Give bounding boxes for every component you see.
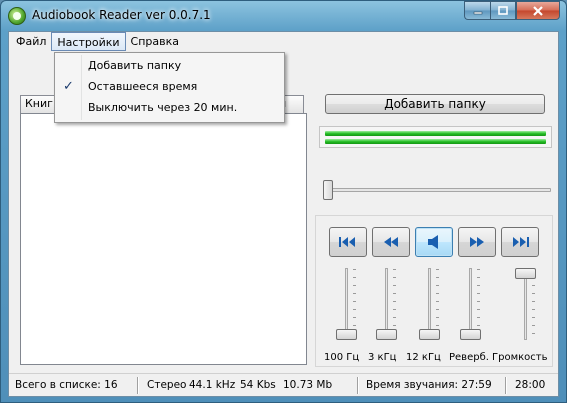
- eq-slider-12khz[interactable]: [414, 266, 444, 346]
- menu-item-label: Добавить папку: [88, 59, 182, 72]
- skip-to-end-icon: [513, 237, 529, 247]
- minimize-icon: [473, 11, 482, 14]
- eq-slider-reverb[interactable]: [455, 266, 485, 346]
- volume-slider-knob[interactable]: [515, 268, 536, 279]
- eq-slider-knob[interactable]: [376, 329, 397, 340]
- eq-label-100hz: 100 Гц: [324, 352, 360, 363]
- check-icon: ✓: [63, 79, 74, 94]
- status-rate: 44.1 kHz: [189, 379, 236, 391]
- status-separator: [357, 377, 359, 394]
- status-separator: [505, 377, 507, 394]
- status-size: 10.73 Mb: [283, 379, 333, 391]
- menu-bar: Файл Настройки Справка: [9, 32, 558, 51]
- window-title: Audiobook Reader ver 0.0.7.1: [32, 8, 211, 22]
- settings-dropdown-menu: Добавить папку ✓ Оставшееся время Выключ…: [54, 52, 285, 123]
- eq-label-reverb: Реверб.: [449, 352, 489, 363]
- menu-item-remaining-time[interactable]: ✓ Оставшееся время: [57, 77, 282, 97]
- volume-slider[interactable]: [510, 266, 540, 346]
- caption-buttons: [464, 1, 560, 20]
- menu-item-add-folder[interactable]: Добавить папку: [57, 56, 282, 76]
- volume-button[interactable]: [415, 227, 453, 257]
- rewind-icon: [384, 237, 398, 247]
- menu-settings[interactable]: Настройки: [51, 32, 126, 51]
- eq-slider-knob[interactable]: [460, 329, 481, 340]
- skip-to-start-button[interactable]: [329, 227, 367, 257]
- volume-label: Громкость: [492, 352, 548, 363]
- eq-slider-3khz[interactable]: [371, 266, 401, 346]
- playlist-list[interactable]: [20, 113, 307, 365]
- menu-item-label: Оставшееся время: [88, 80, 198, 93]
- skip-to-start-icon: [339, 237, 355, 247]
- eq-label-3khz: 3 кГц: [368, 352, 397, 363]
- title-bar[interactable]: Audiobook Reader ver 0.0.7.1: [1, 1, 566, 31]
- close-button[interactable]: [516, 1, 560, 20]
- level-meter: [319, 126, 552, 148]
- app-window: Audiobook Reader ver 0.0.7.1 Файл Настро…: [0, 0, 567, 403]
- add-folder-button[interactable]: Добавить папку: [325, 94, 545, 114]
- menu-item-sleep-timer[interactable]: Выключить через 20 мин.: [57, 98, 282, 118]
- client-area: Файл Настройки Справка Книг н Добавить п…: [8, 31, 559, 397]
- status-play-time: Время звучания: 27:59: [366, 379, 492, 391]
- menu-item-label: Выключить через 20 мин.: [88, 101, 238, 114]
- status-bitrate: 54 Kbs: [240, 379, 276, 391]
- eq-slider-knob[interactable]: [336, 329, 357, 340]
- status-mode: Стерео: [147, 379, 187, 391]
- transport-controls: [329, 227, 539, 257]
- fast-forward-button[interactable]: [458, 227, 496, 257]
- level-meter-left: [325, 131, 546, 136]
- menu-help[interactable]: Справка: [126, 32, 184, 51]
- seek-track: [323, 188, 551, 192]
- status-total: Всего в списке: 16: [15, 379, 118, 391]
- speaker-icon: [428, 235, 438, 249]
- fast-forward-icon: [470, 237, 484, 247]
- volume-slider-ticks: [532, 269, 535, 339]
- skip-to-end-button[interactable]: [501, 227, 539, 257]
- minimize-button[interactable]: [464, 1, 490, 20]
- maximize-icon: [498, 6, 508, 15]
- app-icon[interactable]: [8, 7, 26, 25]
- menu-file[interactable]: Файл: [11, 32, 51, 51]
- level-meter-right: [325, 139, 546, 144]
- eq-label-12khz: 12 кГц: [406, 352, 441, 363]
- seek-thumb[interactable]: [323, 180, 333, 200]
- seek-slider[interactable]: [321, 178, 551, 202]
- eq-slider-knob[interactable]: [419, 329, 440, 340]
- status-separator: [137, 377, 139, 394]
- status-timer: 28:00: [515, 379, 546, 391]
- close-icon: [533, 5, 543, 16]
- maximize-button[interactable]: [490, 1, 516, 20]
- eq-slider-100hz[interactable]: [331, 266, 361, 346]
- status-bar: Всего в списке: 16 Стерео 44.1 kHz 54 Kb…: [9, 373, 558, 396]
- rewind-button[interactable]: [372, 227, 410, 257]
- controls-panel: 100 Гц 3 кГц 12 кГц Реверб. Громкость: [315, 215, 553, 367]
